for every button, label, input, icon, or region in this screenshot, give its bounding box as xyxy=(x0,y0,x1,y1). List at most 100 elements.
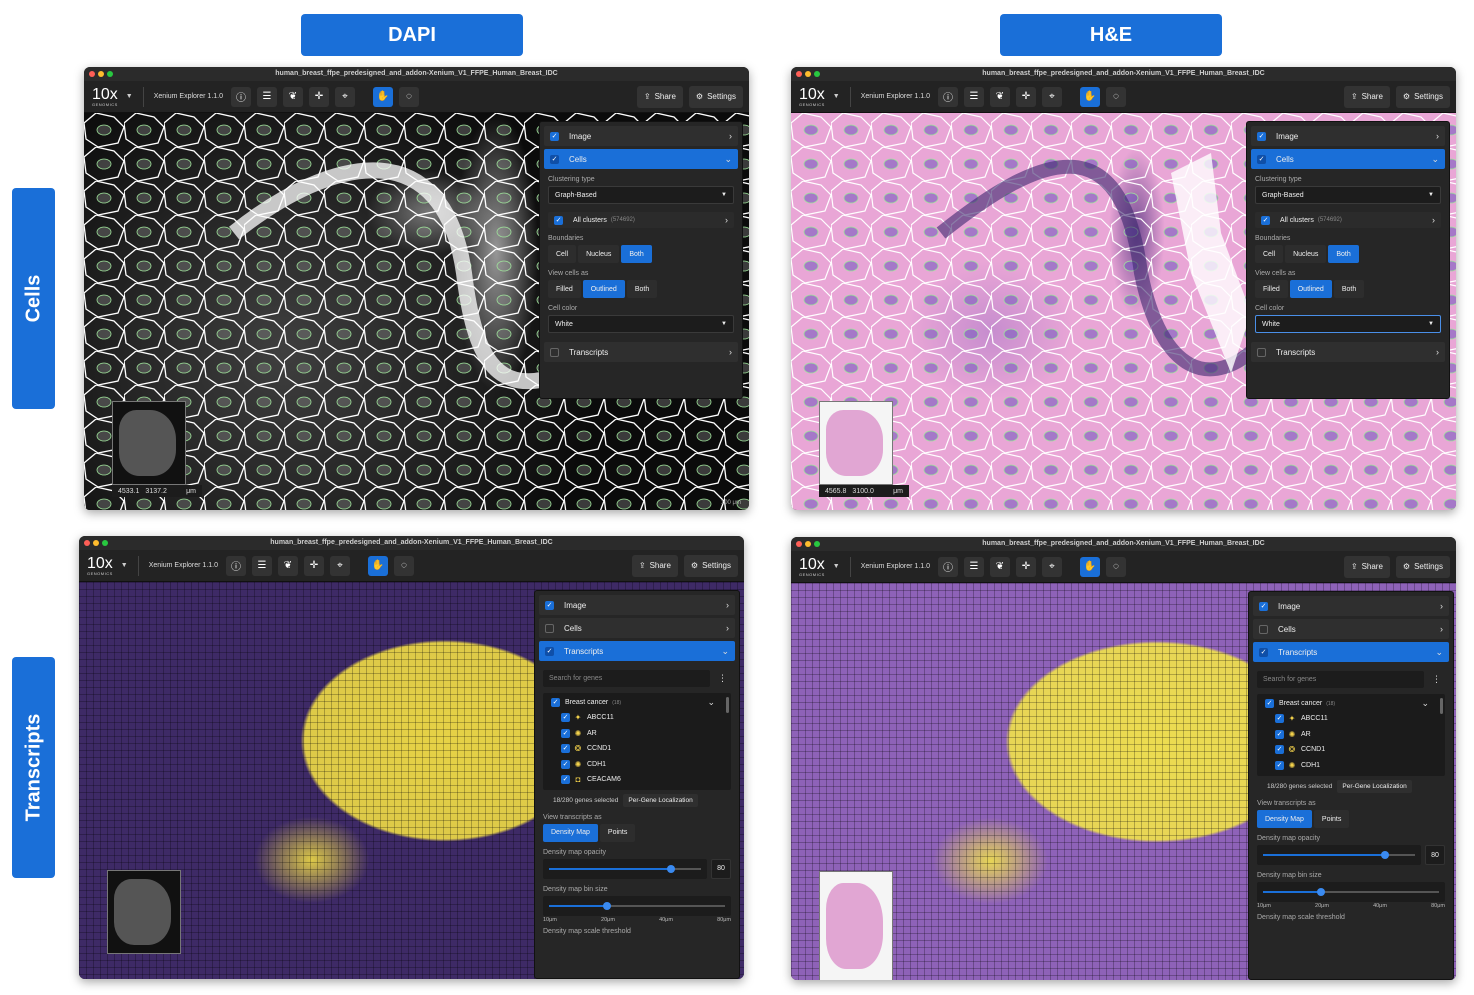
per-gene-localization-button[interactable]: Per-Gene Localization xyxy=(623,793,698,807)
points-option[interactable]: Points xyxy=(599,823,636,842)
all-clusters-checkbox[interactable]: ✓ xyxy=(1261,215,1270,225)
gene-row[interactable]: ✓ ✦ ABCC11 xyxy=(543,710,731,726)
layer-transcripts-row[interactable]: Transcripts › xyxy=(544,342,738,362)
layer-transcripts-row[interactable]: ✓ Transcripts ⌄ xyxy=(1253,642,1449,662)
gene-row[interactable]: ✓ ✺ AR xyxy=(1257,727,1445,743)
gene-panel-icon[interactable]: ❦ xyxy=(990,86,1010,107)
lasso-icon[interactable]: ◌ xyxy=(394,555,414,576)
gene-row[interactable]: ✓ ❂ CCND1 xyxy=(543,741,731,757)
gene-row[interactable]: ✓ ✺ CDH1 xyxy=(1257,758,1445,774)
cells-checkbox[interactable]: ✓ xyxy=(550,154,559,164)
logo-menu-caret-icon[interactable]: ▼ xyxy=(126,93,133,100)
add-pin-icon[interactable]: ✛ xyxy=(304,555,324,576)
minimap[interactable] xyxy=(112,401,186,485)
boundaries-both-option[interactable]: Both xyxy=(621,245,652,263)
lasso-icon[interactable]: ◌ xyxy=(1106,86,1126,107)
boundaries-both-option[interactable]: Both xyxy=(1328,245,1359,263)
transcripts-checkbox[interactable]: ✓ xyxy=(1259,647,1268,657)
more-options-icon[interactable]: ⋮ xyxy=(1432,674,1441,685)
gene-group-row[interactable]: ✓ Breast cancer (18) ⌄ xyxy=(1257,696,1445,711)
bin-size-slider[interactable] xyxy=(543,895,731,916)
gene-panel-icon[interactable]: ❦ xyxy=(990,556,1010,577)
tissue-viewport[interactable]: ✓ Image › Cells › ✓ Transcripts ⌄ Search for … xyxy=(79,582,744,979)
points-option[interactable]: Points xyxy=(1313,810,1350,828)
view-outlined-option[interactable]: Outlined xyxy=(1289,280,1332,298)
view-filled-option[interactable]: Filled xyxy=(548,280,581,298)
density-map-option[interactable]: Density Map xyxy=(1257,810,1312,828)
all-clusters-row[interactable]: ✓ All clusters (574692) › xyxy=(1255,212,1441,228)
view-filled-option[interactable]: Filled xyxy=(1255,280,1288,298)
adjustments-icon[interactable]: ☰ xyxy=(964,556,984,577)
adjustments-icon[interactable]: ☰ xyxy=(964,86,984,107)
slider-handle[interactable] xyxy=(603,901,612,910)
boundaries-nucleus-option[interactable]: Nucleus xyxy=(578,245,620,263)
info-icon[interactable]: ⓘ xyxy=(226,555,246,576)
image-checkbox[interactable]: ✓ xyxy=(1257,131,1266,141)
pan-hand-icon[interactable]: ✋ xyxy=(1080,556,1100,577)
settings-button[interactable]: ⚙ Settings xyxy=(688,85,743,108)
gene-row[interactable]: ✓ ❂ CCND1 xyxy=(1257,742,1445,758)
gene-panel-icon[interactable]: ❦ xyxy=(283,86,303,107)
settings-button[interactable]: ⚙ Settings xyxy=(683,554,738,577)
gene-checkbox[interactable]: ✓ xyxy=(1275,729,1284,739)
layer-image-row[interactable]: ✓ Image › xyxy=(1251,126,1445,146)
opacity-value-input[interactable]: 80 xyxy=(1425,845,1445,865)
gene-row[interactable]: ✓ ✦ ABCC11 xyxy=(1257,711,1445,727)
transcripts-checkbox[interactable] xyxy=(550,347,559,357)
minimap[interactable] xyxy=(819,871,893,980)
minimap[interactable] xyxy=(107,870,181,954)
layer-cells-row[interactable]: Cells › xyxy=(1253,619,1449,639)
lasso-icon[interactable]: ◌ xyxy=(399,86,419,107)
image-checkbox[interactable]: ✓ xyxy=(550,131,559,141)
clustering-type-select[interactable]: Graph-Based ▼ xyxy=(548,186,734,204)
gene-search-input[interactable]: Search for genes xyxy=(1257,671,1424,688)
add-pin-icon[interactable]: ✛ xyxy=(309,86,329,107)
gene-group-row[interactable]: ✓ Breast cancer (18) ⌄ xyxy=(543,695,731,710)
gene-row[interactable]: ✓ ✺ CDH1 xyxy=(543,757,731,773)
gene-group-checkbox[interactable]: ✓ xyxy=(551,698,560,707)
gene-checkbox[interactable]: ✓ xyxy=(561,728,570,738)
transcripts-checkbox[interactable]: ✓ xyxy=(545,646,554,656)
location-pin-icon[interactable]: ⌖ xyxy=(335,86,355,107)
clustering-type-select[interactable]: Graph-Based ▼ xyxy=(1255,186,1441,204)
transcripts-checkbox[interactable] xyxy=(1257,347,1266,357)
layer-image-row[interactable]: ✓ Image › xyxy=(1253,596,1449,616)
boundaries-cell-option[interactable]: Cell xyxy=(1255,245,1284,263)
gene-panel-icon[interactable]: ❦ xyxy=(278,555,298,576)
tissue-viewport[interactable]: 4565.8 3100.0 μm ✓ Image › ✓ Cells ⌄ Clusterin… xyxy=(791,113,1456,510)
location-pin-icon[interactable]: ⌖ xyxy=(1042,556,1062,577)
info-icon[interactable]: ⓘ xyxy=(938,556,958,577)
slider-handle[interactable] xyxy=(1380,851,1389,859)
adjustments-icon[interactable]: ☰ xyxy=(252,555,272,576)
gene-row[interactable]: ✓ ◘ CEACAM6 xyxy=(543,772,731,788)
layer-cells-row[interactable]: ✓ Cells ⌄ xyxy=(1251,149,1445,169)
cells-checkbox[interactable] xyxy=(545,623,554,633)
bin-size-slider[interactable] xyxy=(1257,882,1445,902)
gene-search-input[interactable]: Search for genes xyxy=(543,670,710,687)
gene-checkbox[interactable]: ✓ xyxy=(561,744,570,754)
pan-hand-icon[interactable]: ✋ xyxy=(368,555,388,576)
info-icon[interactable]: ⓘ xyxy=(938,86,958,107)
view-both-option[interactable]: Both xyxy=(1333,280,1365,298)
logo-menu-caret-icon[interactable]: ▼ xyxy=(833,563,840,570)
gene-checkbox[interactable]: ✓ xyxy=(561,713,570,723)
view-outlined-option[interactable]: Outlined xyxy=(582,280,625,298)
gene-checkbox[interactable]: ✓ xyxy=(1275,745,1284,755)
settings-button[interactable]: ⚙ Settings xyxy=(1395,85,1450,108)
share-button[interactable]: ⇪ Share xyxy=(1343,85,1390,108)
tissue-viewport[interactable]: 4533.1 3137.2 μm 100 μm ✓ Image › ✓ Cells ⌄ Cl… xyxy=(84,113,749,510)
per-gene-localization-button[interactable]: Per-Gene Localization xyxy=(1337,780,1412,793)
share-button[interactable]: ⇪ Share xyxy=(1343,555,1390,578)
gene-list-scrollbar[interactable] xyxy=(1440,698,1443,714)
all-clusters-row[interactable]: ✓ All clusters (574692) › xyxy=(548,212,734,228)
adjustments-icon[interactable]: ☰ xyxy=(257,86,277,107)
logo-menu-caret-icon[interactable]: ▼ xyxy=(121,562,128,569)
gene-checkbox[interactable]: ✓ xyxy=(1275,760,1284,770)
layer-transcripts-row[interactable]: ✓ Transcripts ⌄ xyxy=(539,641,735,661)
cell-color-select[interactable]: White ▼ xyxy=(548,315,734,333)
gene-list-scrollbar[interactable] xyxy=(726,697,729,713)
gene-group-checkbox[interactable]: ✓ xyxy=(1265,699,1274,708)
layer-transcripts-row[interactable]: Transcripts › xyxy=(1251,342,1445,362)
boundaries-nucleus-option[interactable]: Nucleus xyxy=(1285,245,1327,263)
gene-checkbox[interactable]: ✓ xyxy=(561,775,570,785)
